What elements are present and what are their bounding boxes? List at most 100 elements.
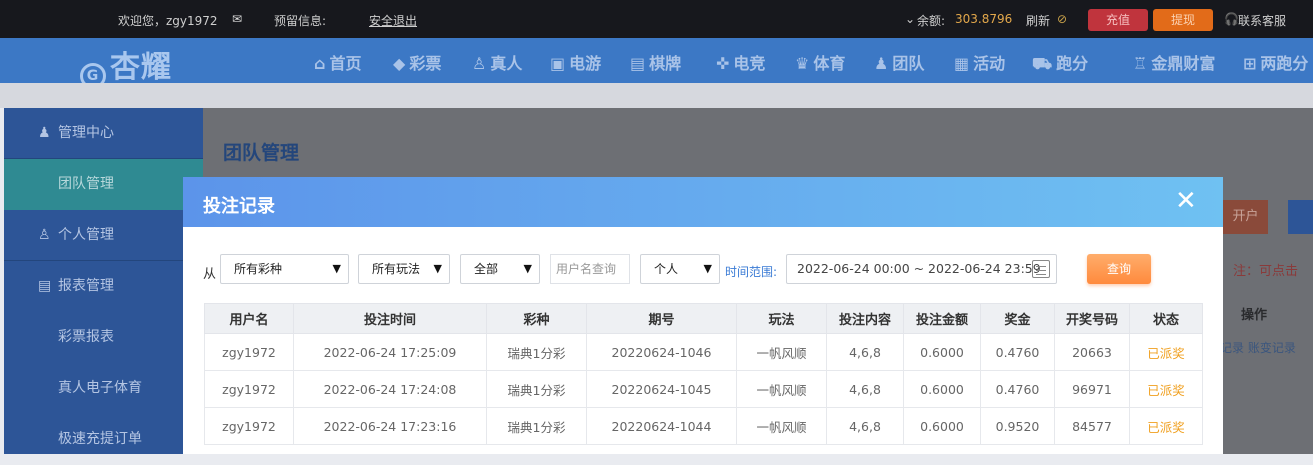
cell-bonus: 0.4760: [980, 370, 1055, 408]
col-lottery: 彩种: [486, 303, 587, 334]
cell-status: 已派奖: [1129, 407, 1203, 445]
record-links[interactable]: 记录 账变记录: [1220, 339, 1296, 356]
sidebar-item-personal[interactable]: ♙ 个人管理: [4, 210, 203, 261]
sidebar-item-live-report[interactable]: 真人电子体育: [4, 363, 203, 414]
cell-status: 已派奖: [1129, 333, 1203, 371]
chevron-down-icon: ▼: [433, 262, 442, 275]
open-account-button[interactable]: 开户: [1223, 200, 1268, 234]
top-bar: 欢迎您，zgy1972 ✉ 预留信息: 安全退出 ⌄ 余额: 303.8796 …: [0, 0, 1313, 38]
nav-team[interactable]: ♟ 团队: [874, 50, 924, 74]
cell-lottery: 瑞典1分彩: [486, 333, 587, 371]
sidebar: ♟ 管理中心 团队管理 ♙ 个人管理 ▤ 报表管理 彩票报表 真人电子体育 极速充提订…: [4, 108, 203, 454]
user-icon: ♙: [38, 227, 51, 243]
chevron-down-icon: ▼: [703, 262, 712, 275]
lottery-type-select[interactable]: 所有彩种 ▼: [220, 254, 349, 284]
gamepad-icon: ✜: [716, 54, 730, 73]
bet-record-table: 用户名 投注时间 彩种 期号 玩法 投注内容 投注金额 奖金 开奖号码 状态 z…: [204, 303, 1203, 445]
cell-bonus: 0.9520: [980, 407, 1055, 445]
table-row[interactable]: zgy1972 2022-06-24 17:25:09 瑞典1分彩 202206…: [204, 333, 1203, 371]
cell-issue: 20220624-1046: [586, 333, 737, 371]
col-draw-number: 开奖号码: [1054, 303, 1130, 334]
col-issue: 期号: [586, 303, 737, 334]
page-title: 团队管理: [223, 142, 300, 164]
cell-play: 一帆风顺: [736, 407, 827, 445]
from-label: 从: [203, 267, 217, 282]
balance-label: 余额:: [917, 14, 946, 28]
username-search-input[interactable]: 用户名查询: [550, 254, 630, 284]
nav-wealth[interactable]: ♖ 金鼎财富: [1133, 50, 1215, 74]
sidebar-item-management-center[interactable]: ♟ 管理中心: [4, 108, 203, 159]
cell-bet-content: 4,6,8: [826, 370, 904, 408]
sidebar-item-lottery-report[interactable]: 彩票报表: [4, 312, 203, 363]
team-icon: ♟: [38, 125, 51, 141]
nav-lottery[interactable]: ◆ 彩票: [393, 50, 441, 74]
note-text: 注：可点击: [1233, 264, 1299, 279]
cell-username: zgy1972: [204, 370, 294, 408]
cell-lottery: 瑞典1分彩: [486, 370, 587, 408]
cell-play: 一帆风顺: [736, 370, 827, 408]
cell-lottery: 瑞典1分彩: [486, 407, 587, 445]
cell-bet-time: 2022-06-24 17:23:16: [293, 407, 487, 445]
nav-two-run[interactable]: ⊞ 两跑分: [1243, 50, 1308, 74]
nav-esports[interactable]: ✜ 电竞: [716, 50, 765, 74]
cell-bet-content: 4,6,8: [826, 407, 904, 445]
nav-slots[interactable]: ▣ 电游: [550, 50, 601, 74]
recharge-button[interactable]: 充值: [1088, 9, 1148, 31]
nav-activity[interactable]: ▦ 活动: [954, 50, 1005, 74]
refresh-button[interactable]: 刷新: [1026, 12, 1050, 29]
cell-issue: 20220624-1044: [586, 407, 737, 445]
sidebar-item-fast-orders[interactable]: 极速充提订单: [4, 414, 203, 465]
operation-header: 操作: [1241, 308, 1268, 323]
col-bet-time: 投注时间: [293, 303, 487, 334]
nav-running-points[interactable]: ⛟ 跑分: [1032, 50, 1088, 75]
sidebar-item-reports[interactable]: ▤ 报表管理: [4, 261, 203, 312]
col-bet-content: 投注内容: [826, 303, 904, 334]
share-button[interactable]: [1288, 200, 1313, 234]
nav-home[interactable]: ⌂ 首页: [314, 50, 361, 74]
cell-bet-content: 4,6,8: [826, 333, 904, 371]
header-divider: [0, 83, 1313, 108]
nav-chess[interactable]: ▤ 棋牌: [630, 50, 681, 74]
cell-bet-amount: 0.6000: [903, 407, 981, 445]
report-icon: ▤: [38, 278, 52, 294]
time-range-input[interactable]: 2022-06-24 00:00 ~ 2022-06-24 23:59: [786, 254, 1057, 284]
close-icon[interactable]: ✕: [1175, 188, 1197, 214]
mail-icon[interactable]: ✉: [232, 12, 242, 26]
brand-logo[interactable]: G 杏耀: [80, 42, 172, 89]
table-header-row: 用户名 投注时间 彩种 期号 玩法 投注内容 投注金额 奖金 开奖号码 状态: [204, 303, 1203, 334]
home-icon: ⌂: [314, 54, 326, 73]
scope-select[interactable]: 个人 ▼: [640, 254, 720, 284]
cell-username: zgy1972: [204, 407, 294, 445]
hide-balance-icon[interactable]: ⊘: [1057, 12, 1067, 26]
nav-sports[interactable]: ♛ 体育: [795, 50, 845, 74]
headset-icon: 🎧: [1224, 12, 1239, 26]
chevron-down-icon[interactable]: ⌄: [905, 12, 915, 26]
main-nav: G 杏耀 ⌂ 首页 ◆ 彩票 ♙ 真人 ▣ 电游 ▤ 棋牌 ✜ 电竞 ♛ 体育 ♟ 团队 ▦ 活动 …: [0, 38, 1313, 89]
col-bet-amount: 投注金额: [903, 303, 981, 334]
col-bonus: 奖金: [980, 303, 1055, 334]
withdraw-button[interactable]: 提现: [1153, 9, 1213, 31]
nav-live[interactable]: ♙ 真人: [472, 50, 522, 74]
trophy-icon: ♛: [795, 54, 810, 73]
cell-draw-number: 96971: [1054, 370, 1130, 408]
tripod-icon: ♖: [1133, 54, 1148, 73]
cell-bet-time: 2022-06-24 17:24:08: [293, 370, 487, 408]
calendar-icon[interactable]: [1032, 260, 1050, 278]
modal-title: 投注记录: [203, 196, 275, 217]
cell-play: 一帆风顺: [736, 333, 827, 371]
cell-bet-amount: 0.6000: [903, 333, 981, 371]
cell-bet-time: 2022-06-24 17:25:09: [293, 333, 487, 371]
gift-icon: ▦: [954, 54, 970, 73]
person-icon: ♙: [472, 54, 487, 73]
table-row[interactable]: zgy1972 2022-06-24 17:23:16 瑞典1分彩 202206…: [204, 407, 1203, 445]
team-icon: ♟: [874, 54, 889, 73]
support-link[interactable]: 联系客服: [1238, 12, 1286, 29]
logout-link[interactable]: 安全退出: [369, 12, 417, 29]
status-select[interactable]: 全部 ▼: [460, 254, 540, 284]
table-row[interactable]: zgy1972 2022-06-24 17:24:08 瑞典1分彩 202206…: [204, 370, 1203, 408]
notice-label: 预留信息:: [274, 14, 327, 28]
cell-bet-amount: 0.6000: [903, 370, 981, 408]
query-button[interactable]: 查询: [1087, 254, 1151, 284]
play-type-select[interactable]: 所有玩法 ▼: [358, 254, 450, 284]
sidebar-item-team-management[interactable]: 团队管理: [4, 159, 203, 210]
